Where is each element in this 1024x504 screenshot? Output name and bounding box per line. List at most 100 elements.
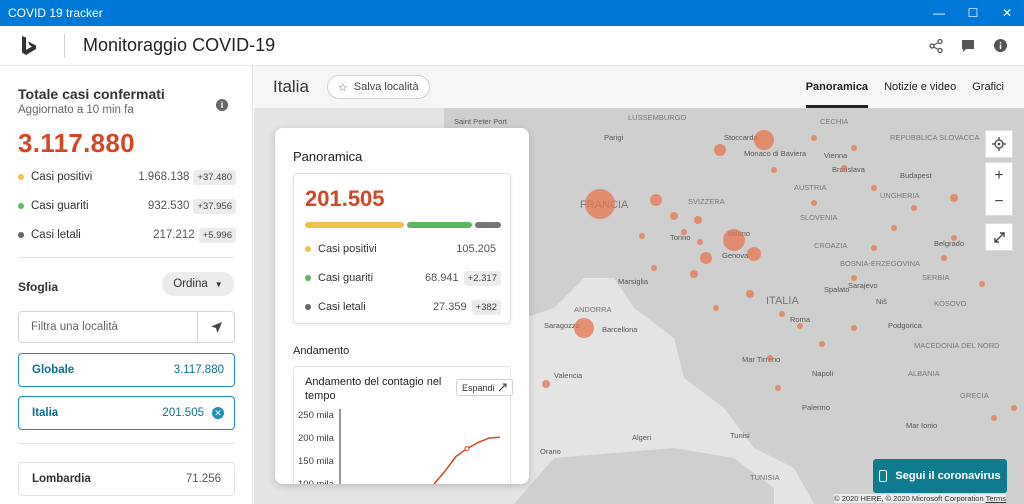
case-circle[interactable] — [713, 305, 719, 311]
case-circle[interactable] — [746, 290, 754, 298]
recovered-bar — [407, 222, 473, 228]
case-circle[interactable] — [697, 239, 703, 245]
location-filter[interactable]: Filtra una località — [18, 311, 235, 343]
stat-value: 1.968.138 — [138, 171, 190, 183]
case-circle[interactable] — [775, 385, 781, 391]
trend-chart: 250 mila 200 mila 150 mila 100 mila — [298, 409, 501, 484]
fullscreen-tool[interactable] — [985, 223, 1013, 251]
map-label: SERBIA — [922, 273, 950, 282]
case-circle[interactable] — [670, 212, 678, 220]
map-label: KOSOVO — [934, 299, 967, 308]
case-circle[interactable] — [811, 135, 817, 141]
zoom-in-icon[interactable]: + — [985, 163, 1013, 189]
map-label: UNGHERIA — [880, 191, 920, 200]
bing-logo-icon[interactable] — [20, 35, 40, 57]
case-circle[interactable] — [797, 323, 803, 329]
caret-down-icon: ▼ — [214, 279, 223, 289]
case-circle[interactable] — [754, 130, 774, 150]
case-circle[interactable] — [767, 355, 773, 361]
map-label: CECHIA — [820, 117, 848, 126]
overview-bars — [305, 222, 501, 228]
maximize-button[interactable]: ☐ — [956, 0, 990, 26]
case-circle[interactable] — [694, 216, 702, 224]
case-circle[interactable] — [871, 245, 877, 251]
location-italy[interactable]: Italia 201.505 ✕ — [18, 396, 235, 430]
stat-label: Casi guariti — [318, 272, 374, 284]
terms-link[interactable]: Terms — [986, 494, 1006, 503]
zoom-out-icon[interactable]: − — [985, 189, 1013, 215]
positive-dot-icon — [305, 246, 311, 252]
case-circle[interactable] — [723, 229, 745, 251]
case-circle[interactable] — [950, 194, 958, 202]
stat-delta: +37.956 — [193, 198, 236, 214]
map-label: ANDORRA — [574, 305, 612, 314]
follow-label: Segui il coronavirus — [895, 470, 1001, 482]
case-circle[interactable] — [771, 167, 777, 173]
case-circle[interactable] — [779, 311, 785, 317]
map-label: Algeri — [632, 433, 652, 442]
locate-me-icon[interactable] — [198, 312, 234, 342]
case-circle[interactable] — [891, 225, 897, 231]
remove-location-icon[interactable]: ✕ — [212, 407, 224, 419]
case-circle[interactable] — [911, 205, 917, 211]
case-circle[interactable] — [585, 189, 615, 219]
save-location-button[interactable]: ☆ Salva località — [326, 75, 430, 99]
case-circle[interactable] — [639, 233, 645, 239]
map-label: Tunisi — [730, 431, 750, 440]
total-cases: 3.117.880 — [18, 128, 135, 158]
location-lombardia[interactable]: Lombardia 71.256 — [18, 462, 235, 496]
minimize-button[interactable]: — — [922, 0, 956, 26]
sort-dropdown[interactable]: Ordina ▼ — [162, 272, 234, 296]
case-circle[interactable] — [714, 144, 726, 156]
info-icon[interactable] — [984, 30, 1016, 62]
y-tick-label: 100 mila — [298, 479, 335, 484]
case-circle[interactable] — [979, 281, 985, 287]
close-button[interactable]: ✕ — [990, 0, 1024, 26]
header-divider — [64, 33, 65, 58]
tab-charts[interactable]: Grafici — [972, 66, 1004, 108]
map-label: Belgrado — [934, 239, 964, 248]
share-icon[interactable] — [920, 30, 952, 62]
overview-row-deaths: Casi letali 27.359 +382 — [305, 298, 501, 316]
expand-icon[interactable] — [985, 224, 1013, 250]
case-circle[interactable] — [951, 235, 957, 241]
case-circle[interactable] — [851, 275, 857, 281]
case-circle[interactable] — [819, 341, 825, 347]
map-label: AUSTRIA — [794, 183, 827, 192]
locate-icon[interactable] — [985, 131, 1013, 157]
case-circle[interactable] — [871, 185, 877, 191]
map-label: Napoli — [812, 369, 834, 378]
case-circle[interactable] — [851, 145, 857, 151]
location-global[interactable]: Globale 3.117.880 — [18, 353, 235, 387]
follow-coronavirus-button[interactable]: Segui il coronavirus — [873, 459, 1007, 493]
case-circle[interactable] — [681, 229, 687, 235]
stat-label: Casi guariti — [31, 200, 89, 212]
case-circle[interactable] — [991, 415, 997, 421]
locate-tool[interactable] — [985, 130, 1013, 158]
star-icon: ☆ — [337, 81, 348, 94]
feedback-icon[interactable] — [952, 30, 984, 62]
tab-overview[interactable]: Panoramica — [805, 66, 869, 108]
total-label: Totale casi confermati — [18, 86, 165, 102]
case-circle[interactable] — [650, 194, 662, 206]
case-circle[interactable] — [841, 165, 847, 171]
case-circle[interactable] — [851, 325, 857, 331]
map-label: ALBANIA — [908, 369, 940, 378]
case-circle[interactable] — [542, 380, 550, 388]
case-circle[interactable] — [690, 270, 698, 278]
map-label: Mar Ionio — [906, 421, 937, 430]
case-circle[interactable] — [1011, 405, 1017, 411]
stat-label: Casi letali — [31, 229, 81, 241]
case-circle[interactable] — [811, 200, 817, 206]
case-circle[interactable] — [651, 265, 657, 271]
trend-label: Andamento — [293, 345, 350, 357]
case-circle[interactable] — [574, 318, 594, 338]
stat-value: 68.941 — [425, 272, 459, 284]
info-icon[interactable]: i — [216, 99, 228, 111]
case-circle[interactable] — [941, 255, 947, 261]
case-circle[interactable] — [747, 247, 761, 261]
location-name: Italia — [32, 407, 59, 419]
case-circle[interactable] — [700, 252, 712, 264]
tab-news[interactable]: Notizie e video — [884, 66, 956, 108]
search-input[interactable]: Filtra una località — [19, 321, 197, 333]
